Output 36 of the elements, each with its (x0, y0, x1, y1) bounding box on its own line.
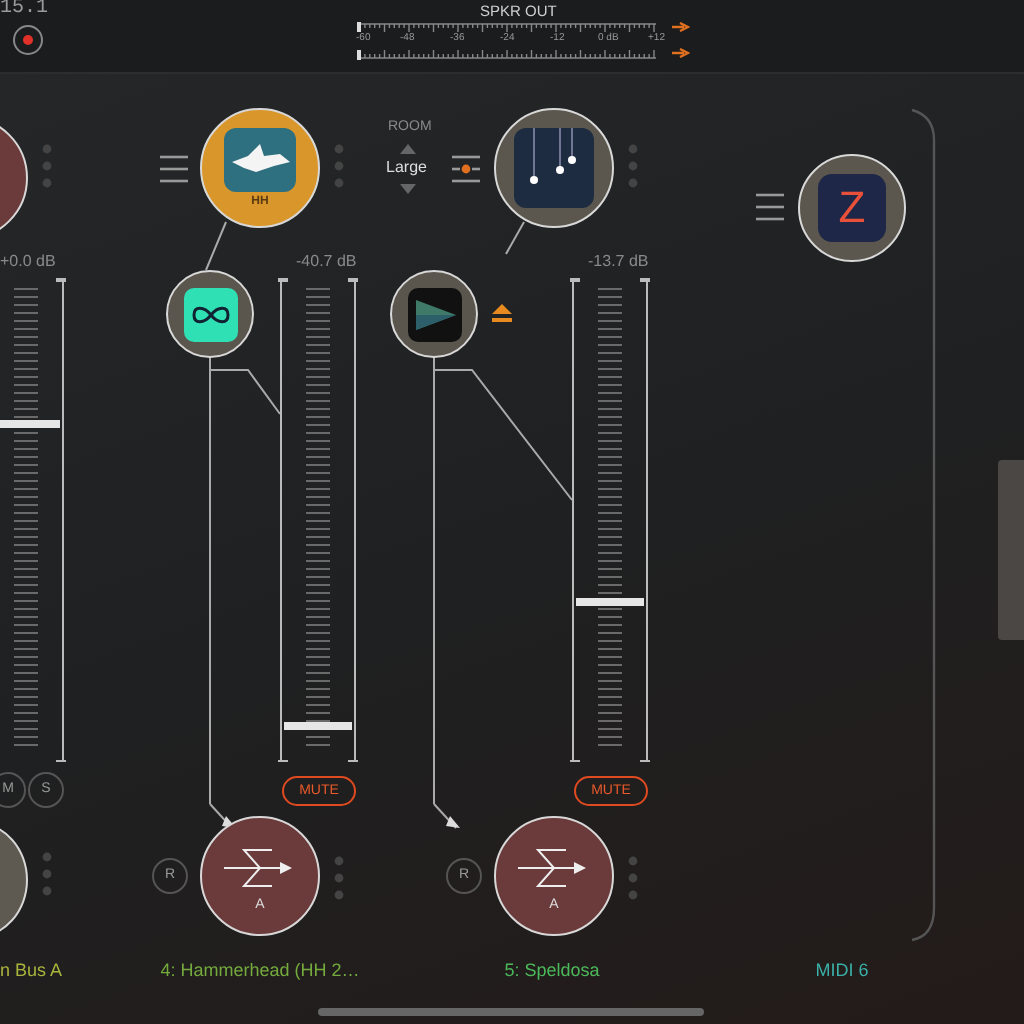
down-arrow-icon[interactable] (400, 184, 416, 194)
channel-name[interactable]: 5: Speldosa (504, 958, 600, 985)
glowing-dots-icon (514, 128, 594, 208)
fader-thumb[interactable] (576, 597, 644, 606)
dots-icon[interactable] (42, 144, 52, 188)
plugin-button[interactable] (166, 270, 254, 358)
record-icon[interactable] (12, 24, 44, 56)
shark-icon (224, 128, 296, 192)
gain-readout: -13.7 dB (588, 254, 649, 270)
menu-icon[interactable] (160, 154, 188, 184)
dots-icon[interactable] (628, 144, 638, 188)
fader-thumb[interactable] (284, 722, 352, 731)
gain-readout: -40.7 dB (296, 254, 357, 270)
dots-icon[interactable] (42, 852, 52, 896)
dots-icon[interactable] (334, 856, 344, 900)
dots-icon[interactable] (334, 144, 344, 188)
up-arrow-icon[interactable] (400, 144, 416, 154)
dots-icon[interactable] (628, 856, 638, 900)
plugin-button[interactable]: Z (798, 154, 906, 262)
routing-menu-icon[interactable] (452, 154, 480, 184)
room-value: Large (386, 160, 427, 176)
plugin-button[interactable] (390, 270, 478, 358)
fader-track[interactable] (572, 280, 648, 760)
channel-name[interactable]: n Bus A (0, 958, 63, 985)
clip-indicator-icon (672, 48, 690, 58)
fader-track[interactable] (280, 280, 356, 760)
menu-icon[interactable] (756, 192, 784, 222)
eject-icon[interactable] (492, 304, 512, 324)
infinity-icon (183, 287, 237, 341)
gain-readout: +0.0 dB (0, 254, 56, 270)
fader-track[interactable] (0, 280, 64, 760)
scroll-handle[interactable] (998, 460, 1024, 640)
fader-thumb[interactable] (0, 420, 60, 428)
channel-name[interactable]: MIDI 6 (815, 958, 869, 985)
clip-indicator-icon (672, 22, 690, 32)
channel-name[interactable]: 4: Hammerhead (HH 2… (160, 958, 360, 985)
